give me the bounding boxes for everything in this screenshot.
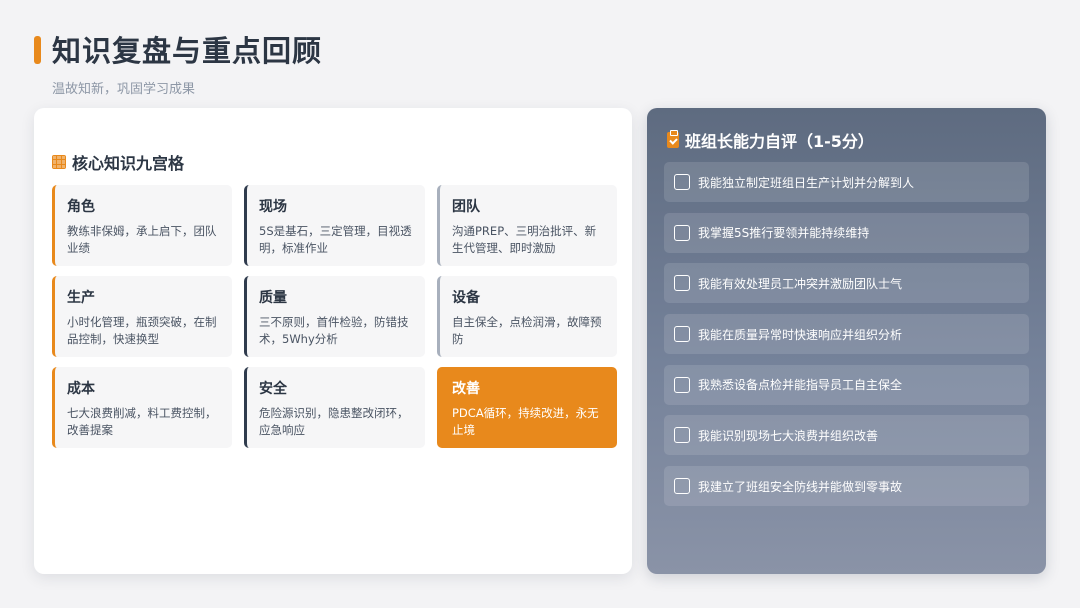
- title-accent-bar: [34, 36, 41, 64]
- card-desc: 危险源识别，隐患整改闭环，应急响应: [259, 406, 409, 437]
- checklist-item[interactable]: 我掌握5S推行要领并能持续维持: [664, 212, 1029, 253]
- clipboard-check-icon: [667, 130, 679, 148]
- card-title: 成本: [67, 381, 95, 397]
- card-desc: 5S是基石，三定管理，目视透明，标准作业: [259, 224, 412, 255]
- card-title: 现场: [259, 199, 287, 215]
- card-desc: 三不原则，首件检验，防错技术，5Why分析: [259, 315, 409, 346]
- checklist-item-label: 我熟悉设备点检并能指导员工自主保全: [698, 378, 903, 393]
- checklist-item[interactable]: 我能有效处理员工冲突并激励团队士气: [664, 263, 1029, 304]
- checklist-item-label: 我掌握5S推行要领并能持续维持: [698, 226, 870, 241]
- checklist-item-label: 我能在质量异常时快速响应并组织分析: [698, 327, 903, 342]
- checkbox[interactable]: [674, 376, 690, 393]
- card-desc: 七大浪费削减，料工费控制，改善提案: [67, 406, 217, 437]
- checklist-item[interactable]: 我能在质量异常时快速响应并组织分析: [664, 314, 1029, 355]
- card-desc: 教练非保姆，承上启下，团队业绩: [67, 224, 217, 255]
- self-assessment-title: 班组长能力自评（1-5分）: [685, 132, 874, 151]
- knowledge-card-safety: 安全 危险源识别，隐患整改闭环，应急响应: [244, 367, 425, 448]
- checkbox[interactable]: [674, 427, 690, 444]
- checkbox[interactable]: [674, 478, 690, 495]
- knowledge-card-quality: 质量 三不原则，首件检验，防错技术，5Why分析: [244, 276, 425, 357]
- knowledge-grid-panel: 核心知识九宫格 角色 教练非保姆，承上启下，团队业绩 现场 5S是基石，三定管理…: [34, 108, 632, 574]
- page-title: 知识复盘与重点回顾: [52, 34, 323, 68]
- self-assessment-header: 班组长能力自评（1-5分）: [667, 128, 874, 152]
- card-title: 安全: [259, 381, 287, 397]
- checkbox[interactable]: [674, 174, 690, 190]
- page-subtitle: 温故知新，巩固学习成果: [52, 82, 196, 97]
- checklist-item-label: 我能独立制定班组日生产计划并分解到人: [698, 175, 915, 190]
- checklist-item-label: 我建立了班组安全防线并能做到零事故: [698, 479, 903, 494]
- card-title: 设备: [452, 290, 480, 306]
- checkbox[interactable]: [674, 224, 690, 241]
- self-assessment-panel: 班组长能力自评（1-5分） 我能独立制定班组日生产计划并分解到人 我掌握5S推行…: [647, 108, 1046, 574]
- checklist-item[interactable]: 我建立了班组安全防线并能做到零事故: [664, 466, 1029, 507]
- knowledge-grid-header: 核心知识九宫格: [52, 150, 184, 174]
- knowledge-card-equipment: 设备 自主保全，点检润滑，故障预防: [437, 276, 617, 357]
- checklist-item[interactable]: 我能独立制定班组日生产计划并分解到人: [664, 162, 1029, 202]
- checklist-item[interactable]: 我熟悉设备点检并能指导员工自主保全: [664, 364, 1029, 405]
- card-desc: 自主保全，点检润滑，故障预防: [452, 315, 602, 346]
- knowledge-card-site: 现场 5S是基石，三定管理，目视透明，标准作业: [244, 185, 425, 266]
- checklist-item[interactable]: 我能识别现场七大浪费并组织改善: [664, 415, 1029, 456]
- card-title: 团队: [452, 199, 480, 215]
- knowledge-card-role: 角色 教练非保姆，承上启下，团队业绩: [52, 185, 232, 266]
- knowledge-card-improvement: 改善 PDCA循环，持续改进，永无止境: [437, 367, 617, 448]
- knowledge-card-cost: 成本 七大浪费削减，料工费控制，改善提案: [52, 367, 232, 448]
- checklist-item-label: 我能识别现场七大浪费并组织改善: [698, 428, 879, 443]
- knowledge-grid-title: 核心知识九宫格: [72, 154, 185, 173]
- card-title: 生产: [67, 290, 95, 306]
- checklist-item-label: 我能有效处理员工冲突并激励团队士气: [698, 276, 903, 291]
- card-title: 角色: [67, 199, 95, 215]
- card-title: 质量: [259, 290, 287, 306]
- self-assessment-checklist: 我能独立制定班组日生产计划并分解到人 我掌握5S推行要领并能持续维持 我能有效处…: [664, 162, 1029, 517]
- checkbox[interactable]: [674, 275, 690, 292]
- card-desc: 沟通PREP、三明治批评、新生代管理、即时激励: [452, 224, 597, 255]
- grid-icon: [52, 155, 66, 169]
- card-desc: PDCA循环，持续改进，永无止境: [452, 406, 599, 437]
- knowledge-grid: 角色 教练非保姆，承上启下，团队业绩 现场 5S是基石，三定管理，目视透明，标准…: [52, 185, 617, 448]
- checkbox[interactable]: [674, 326, 690, 343]
- card-desc: 小时化管理，瓶颈突破，在制品控制，快速换型: [67, 315, 217, 346]
- knowledge-card-production: 生产 小时化管理，瓶颈突破，在制品控制，快速换型: [52, 276, 232, 357]
- knowledge-card-team: 团队 沟通PREP、三明治批评、新生代管理、即时激励: [437, 185, 617, 266]
- card-title: 改善: [452, 381, 480, 397]
